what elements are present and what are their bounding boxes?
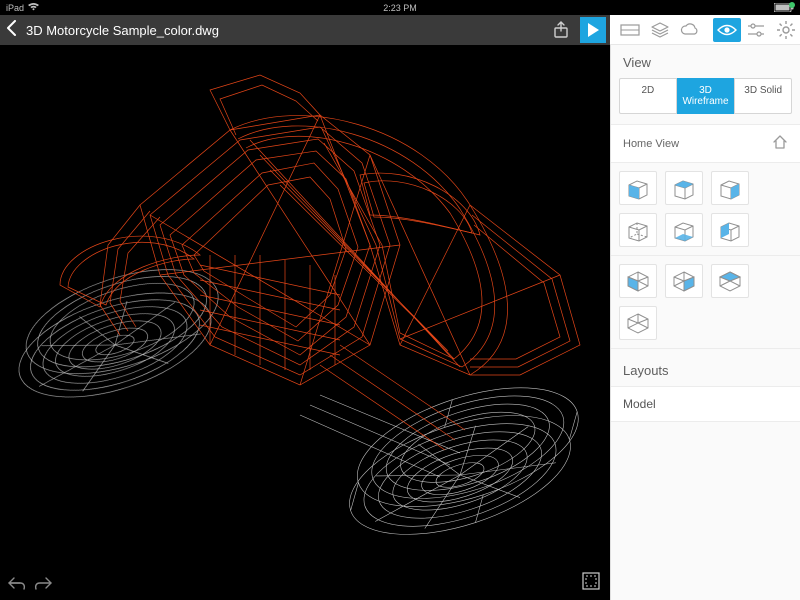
wireframe-model: [0, 45, 610, 600]
extents-icon[interactable]: [582, 572, 604, 594]
play-button[interactable]: [580, 17, 606, 43]
measure-icon[interactable]: [616, 18, 644, 42]
view-cube-back[interactable]: [619, 213, 657, 247]
home-icon: [772, 134, 788, 153]
clock: 2:23 PM: [383, 3, 417, 13]
wifi-icon: [28, 3, 39, 13]
ios-status-bar: iPad 2:23 PM: [0, 0, 800, 15]
view-cube-left[interactable]: [711, 213, 749, 247]
layouts-title: Layouts: [611, 348, 800, 386]
tab-2d[interactable]: 2D: [619, 78, 677, 114]
view-cube-right[interactable]: [711, 171, 749, 205]
view-cube-grid: [611, 163, 800, 256]
gear-icon[interactable]: [772, 18, 800, 42]
side-toolbar: [610, 15, 800, 45]
device-label: iPad: [6, 3, 24, 13]
iso-nw[interactable]: [619, 306, 657, 340]
view-title: View: [611, 45, 800, 78]
view-cube-bottom[interactable]: [665, 213, 703, 247]
iso-sw[interactable]: [619, 264, 657, 298]
iso-ne[interactable]: [711, 264, 749, 298]
home-view-label: Home View: [623, 138, 679, 150]
view-mode-tabs: 2D 3D Wireframe 3D Solid: [611, 78, 800, 124]
back-button[interactable]: [4, 20, 20, 41]
tab-3d-wireframe[interactable]: 3D Wireframe: [677, 78, 735, 114]
redo-button[interactable]: [32, 572, 54, 594]
view-cube-front[interactable]: [619, 171, 657, 205]
home-view-row[interactable]: Home View: [611, 124, 800, 163]
settings-slider-icon[interactable]: [743, 18, 771, 42]
undo-button[interactable]: [6, 572, 28, 594]
file-title: 3D Motorcycle Sample_color.dwg: [26, 23, 219, 38]
layout-model[interactable]: Model: [611, 386, 800, 422]
tab-3d-solid[interactable]: 3D Solid: [734, 78, 792, 114]
share-button[interactable]: [548, 17, 574, 43]
viewport-canvas[interactable]: [0, 45, 610, 600]
iso-se[interactable]: [665, 264, 703, 298]
iso-grid: [611, 256, 800, 348]
eye-icon[interactable]: [713, 18, 741, 42]
view-sidebar: View 2D 3D Wireframe 3D Solid Home View: [610, 45, 800, 600]
view-cube-top[interactable]: [665, 171, 703, 205]
title-bar: 3D Motorcycle Sample_color.dwg: [0, 15, 610, 45]
layers-icon[interactable]: [646, 18, 674, 42]
cloud-icon[interactable]: [675, 18, 703, 42]
status-dot-icon: [789, 2, 795, 8]
